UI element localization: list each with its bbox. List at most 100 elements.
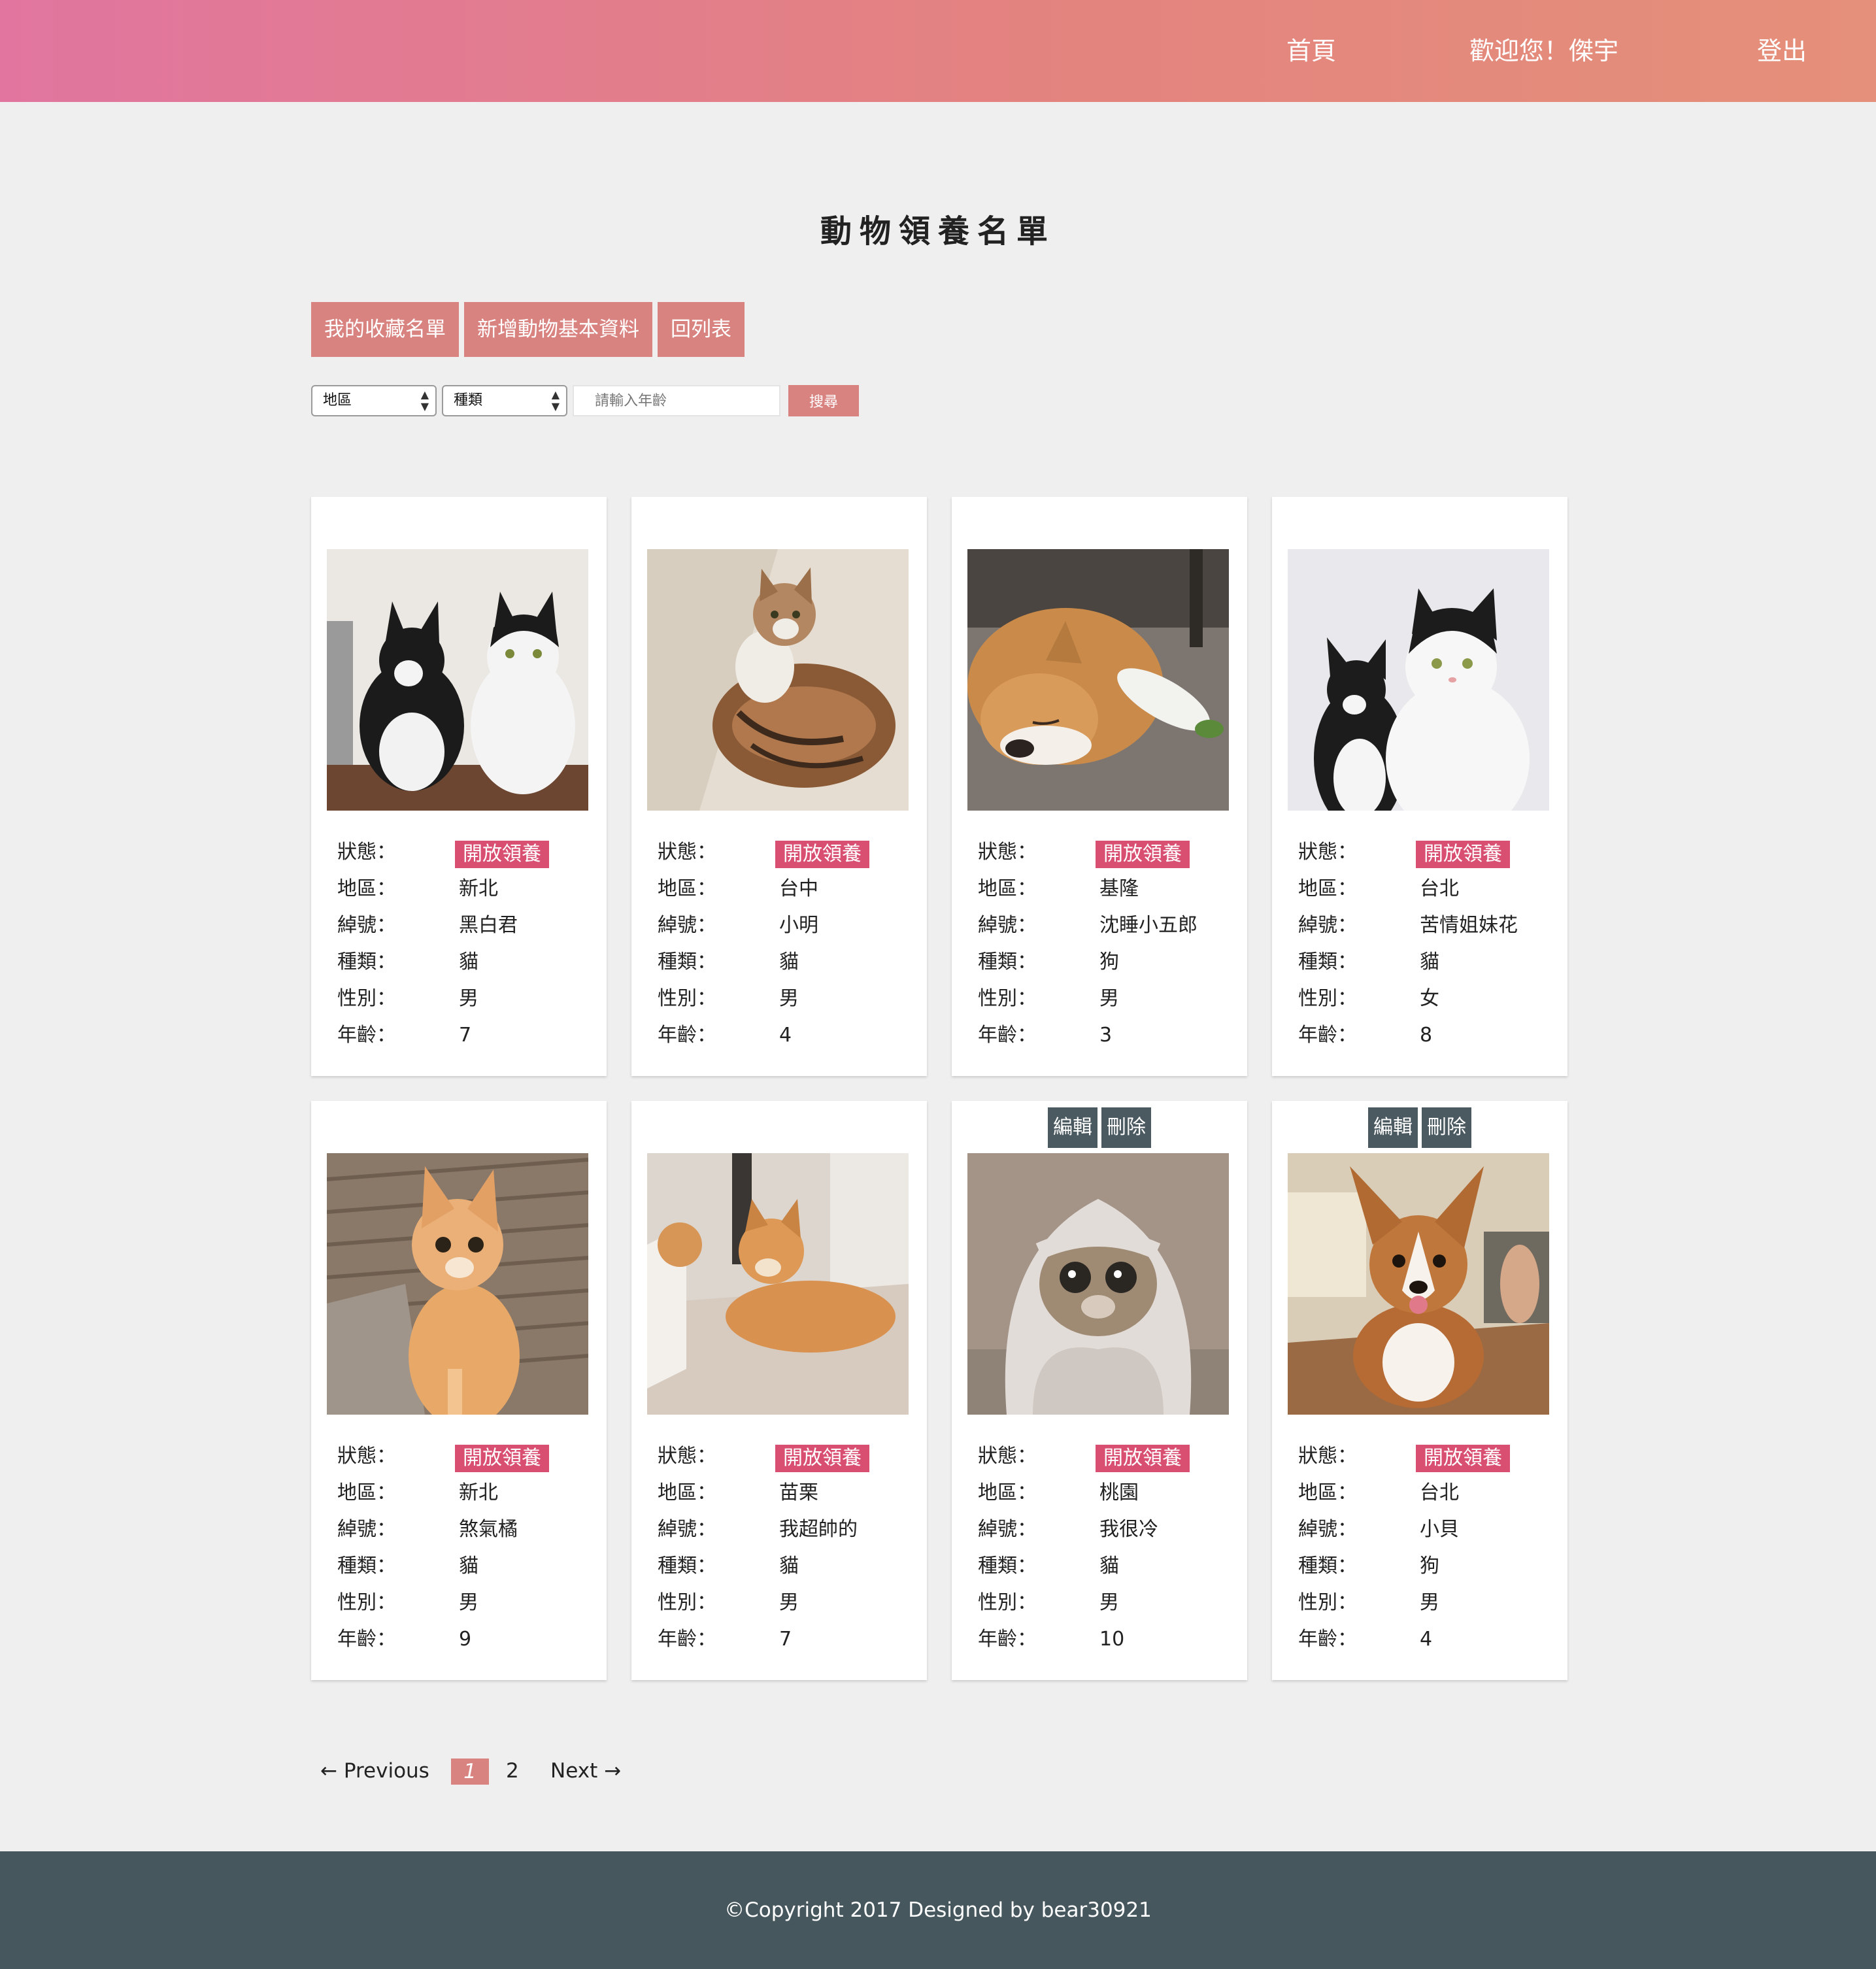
age-value: 8 [1420, 1024, 1433, 1047]
animal-info: 狀態： 開放領養 地區： 台北 綽號： 小貝 種類： 狗 性別： 男 年齡： 4 [1298, 1438, 1560, 1658]
region-value: 桃園 [1099, 1481, 1139, 1504]
region-value: 台北 [1420, 877, 1459, 900]
animal-photo[interactable] [967, 549, 1229, 811]
nickname-label: 綽號： [978, 914, 1037, 937]
gender-label: 性別： [337, 987, 396, 1010]
copyright-text: ©Copyright 2017 Designed by bear30921 [724, 1898, 1152, 1922]
type-label: 種類： [978, 1555, 1037, 1577]
animal-photo[interactable] [647, 549, 909, 811]
animal-info: 狀態： 開放領養 地區： 台中 綽號： 小明 種類： 貓 性別： 男 年齡： 4 [658, 834, 919, 1054]
gender-label: 性別： [1298, 1591, 1357, 1614]
status-badge: 開放領養 [455, 1445, 549, 1472]
age-input[interactable] [573, 385, 780, 416]
delete-button[interactable]: 刪除 [1101, 1107, 1151, 1148]
type-label: 種類： [658, 951, 716, 973]
gender-label: 性別： [1298, 987, 1357, 1010]
status-badge: 開放領養 [455, 841, 549, 868]
page-title: 動物領養名單 [820, 213, 1056, 250]
region-value: 新北 [459, 877, 498, 900]
nickname-value: 苦情姐妹花 [1420, 914, 1518, 937]
gender-value: 女 [1420, 987, 1439, 1010]
age-label: 年齡： [658, 1024, 716, 1047]
status-label: 狀態： [658, 1445, 716, 1468]
gender-label: 性別： [658, 1591, 716, 1614]
animal-photo[interactable] [1288, 1153, 1549, 1415]
previous-page-link[interactable]: ← Previous [320, 1755, 429, 1787]
nickname-label: 綽號： [978, 1518, 1037, 1541]
type-value: 貓 [1420, 951, 1439, 973]
age-label: 年齡： [337, 1024, 396, 1047]
top-navbar: 首頁 歡迎您！傑宇 登出 [0, 0, 1876, 102]
back-to-list-button[interactable]: 回列表 [658, 302, 745, 357]
gender-value: 男 [1420, 1591, 1439, 1614]
status-badge: 開放領養 [1416, 1445, 1510, 1472]
type-value: 貓 [1099, 1555, 1119, 1577]
age-value: 4 [1420, 1628, 1433, 1651]
status-label: 狀態： [978, 841, 1037, 864]
nickname-label: 綽號： [658, 1518, 716, 1541]
age-label: 年齡： [1298, 1628, 1357, 1651]
type-label: 種類： [337, 951, 396, 973]
edit-button[interactable]: 編輯 [1048, 1107, 1097, 1148]
nav-logout-link[interactable]: 登出 [1757, 34, 1807, 68]
region-label: 地區： [658, 1481, 716, 1504]
age-value: 3 [1099, 1024, 1113, 1047]
type-value: 狗 [1420, 1555, 1439, 1577]
animal-card: 狀態： 開放領養 地區： 台北 綽號： 苦情姐妹花 種類： 貓 性別： 女 年齡： 8 [1272, 497, 1567, 1076]
animal-card: 編輯 刪除 狀態： 開放領養 地區： 桃園 綽號： 我很冷 種類： 貓 性別： 男 年齡：… [952, 1101, 1247, 1680]
region-label: 地區： [337, 1481, 396, 1504]
animal-card: 狀態： 開放領養 地區： 苗栗 綽號： 我超帥的 種類： 貓 性別： 男 年齡： 7 [631, 1101, 927, 1680]
nickname-label: 綽號： [337, 1518, 396, 1541]
region-label: 地區： [658, 877, 716, 900]
region-select[interactable]: 地區 ▲ ▼ [311, 385, 437, 416]
animal-info: 狀態： 開放領養 地區： 台北 綽號： 苦情姐妹花 種類： 貓 性別： 女 年齡： 8 [1298, 834, 1560, 1054]
next-page-link[interactable]: Next → [550, 1755, 621, 1787]
status-badge: 開放領養 [775, 1445, 869, 1472]
animal-photo[interactable] [1288, 549, 1549, 811]
gender-label: 性別： [337, 1591, 396, 1614]
edit-button[interactable]: 編輯 [1368, 1107, 1418, 1148]
favorites-button[interactable]: 我的收藏名單 [311, 302, 459, 357]
age-value: 10 [1099, 1628, 1125, 1651]
status-label: 狀態： [658, 841, 716, 864]
delete-button[interactable]: 刪除 [1422, 1107, 1471, 1148]
animal-info: 狀態： 開放領養 地區： 基隆 綽號： 沈睡小五郎 種類： 狗 性別： 男 年齡： 3 [978, 834, 1239, 1054]
status-badge: 開放領養 [775, 841, 869, 868]
gender-value: 男 [459, 987, 478, 1010]
add-animal-button[interactable]: 新增動物基本資料 [464, 302, 652, 357]
animal-card: 編輯 刪除 狀態： 開放領養 地區： 台北 綽號： 小貝 種類： 狗 性別： 男 年齡： 4 [1272, 1101, 1567, 1680]
animal-photo[interactable] [647, 1153, 909, 1415]
status-label: 狀態： [337, 1445, 396, 1468]
page-1-current[interactable]: 1 [451, 1759, 489, 1785]
nickname-label: 綽號： [1298, 914, 1357, 937]
nav-welcome-user[interactable]: 歡迎您！傑宇 [1469, 34, 1618, 68]
animal-photo[interactable] [327, 1153, 588, 1415]
type-select[interactable]: 種類 ▲ ▼ [442, 385, 567, 416]
animal-photo[interactable] [967, 1153, 1229, 1415]
action-buttons: 我的收藏名單 新增動物基本資料 回列表 [311, 302, 745, 357]
age-label: 年齡： [978, 1628, 1037, 1651]
age-label: 年齡： [1298, 1024, 1357, 1047]
page-2-link[interactable]: 2 [506, 1755, 519, 1787]
age-label: 年齡： [978, 1024, 1037, 1047]
status-label: 狀態： [978, 1445, 1037, 1468]
status-badge: 開放領養 [1096, 841, 1190, 868]
region-label: 地區： [337, 877, 396, 900]
region-label: 地區： [1298, 877, 1357, 900]
nickname-value: 煞氣橘 [459, 1518, 518, 1541]
nickname-value: 小貝 [1420, 1518, 1459, 1541]
search-button[interactable]: 搜尋 [788, 385, 859, 416]
age-label: 年齡： [337, 1628, 396, 1651]
type-label: 種類： [658, 1555, 716, 1577]
animal-info: 狀態： 開放領養 地區： 苗栗 綽號： 我超帥的 種類： 貓 性別： 男 年齡： 7 [658, 1438, 919, 1658]
type-label: 種類： [337, 1555, 396, 1577]
status-label: 狀態： [1298, 1445, 1357, 1468]
gender-value: 男 [459, 1591, 478, 1614]
animal-card: 狀態： 開放領養 地區： 基隆 綽號： 沈睡小五郎 種類： 狗 性別： 男 年齡： 3 [952, 497, 1247, 1076]
type-value: 貓 [779, 1555, 799, 1577]
nickname-value: 黑白君 [459, 914, 518, 937]
animal-info: 狀態： 開放領養 地區： 新北 綽號： 黑白君 種類： 貓 性別： 男 年齡： 7 [337, 834, 599, 1054]
nav-home-link[interactable]: 首頁 [1286, 34, 1336, 68]
animal-photo[interactable] [327, 549, 588, 811]
nickname-label: 綽號： [337, 914, 396, 937]
